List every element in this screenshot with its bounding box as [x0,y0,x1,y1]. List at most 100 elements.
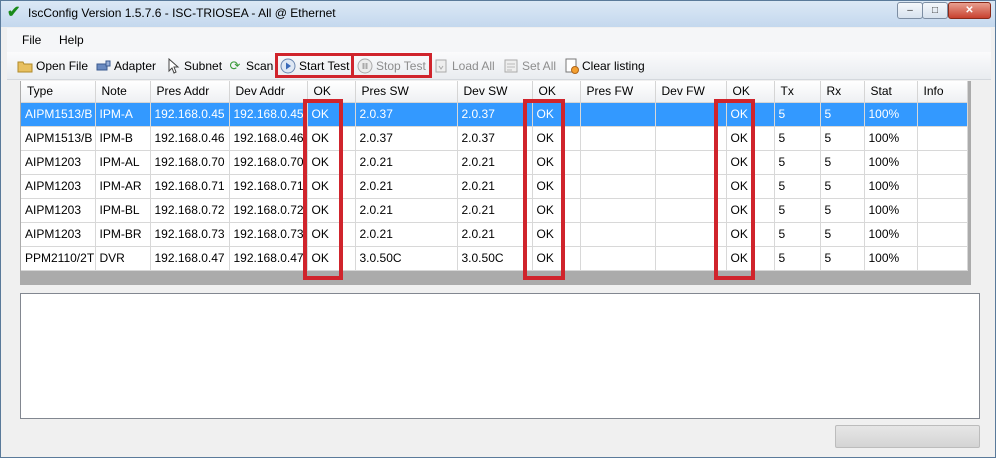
column-header[interactable]: Note [95,81,151,103]
folder-icon [17,58,33,74]
table-cell: OK [532,126,581,151]
set-all-button[interactable]: Set All [503,55,556,76]
table-row[interactable]: AIPM1513/B IPM-A 192.168.0.45 192.168.0.45 O… [21,102,968,127]
table-cell: 5 [774,222,821,247]
table-cell: OK [726,150,775,175]
table-cell: IPM-B [95,126,151,151]
table-cell [655,126,727,151]
table-cell [580,222,656,247]
table-cell: OK [726,198,775,223]
table-cell: 5 [774,246,821,271]
table-cell: OK [726,222,775,247]
maximize-button[interactable]: □ [922,2,948,19]
column-header[interactable]: OK [532,81,581,103]
progress-bar [835,425,980,448]
table-cell: PPM2110/2T [21,246,96,271]
load-all-button[interactable]: Load All [433,55,495,76]
table-cell: 192.168.0.73 [229,222,308,247]
table-cell: 192.168.0.47 [150,246,230,271]
stop-test-label: Stop Test [376,58,426,73]
table-cell [917,222,968,247]
table-cell: OK [532,246,581,271]
clear-document-icon [563,58,579,74]
column-header[interactable]: OK [726,81,775,103]
column-header[interactable]: Dev SW [457,81,533,103]
table-cell: 192.168.0.73 [150,222,230,247]
device-grid: Type Note Pres Addr Dev Addr OK Pres SW Dev SW… [20,81,971,285]
log-textbox[interactable] [20,293,980,419]
table-cell: 2.0.37 [355,102,458,127]
table-header-row: Type Note Pres Addr Dev Addr OK Pres SW Dev SW… [21,81,968,103]
start-test-button[interactable]: Start Test [274,53,355,78]
table-cell [580,102,656,127]
column-header[interactable]: Pres FW [580,81,656,103]
open-file-label: Open File [36,58,89,73]
scan-button[interactable]: ⟳ Scan [227,55,274,76]
column-header[interactable]: Info [917,81,968,103]
table-cell: 5 [774,102,821,127]
table-cell: 2.0.37 [457,102,533,127]
title-bar[interactable]: ✔ IscConfig Version 1.5.7.6 - ISC-TRIOSE… [1,1,995,27]
menu-file[interactable]: File [22,33,41,47]
subnet-button[interactable]: Subnet [165,55,222,76]
table-cell: 5 [820,150,865,175]
column-header[interactable]: Type [21,81,96,103]
minimize-button[interactable]: – [897,2,923,19]
table-cell [917,246,968,271]
table-cell: OK [307,246,356,271]
table-cell [655,102,727,127]
start-test-label: Start Test [299,58,350,73]
column-header[interactable]: Tx [774,81,821,103]
table-cell: 5 [820,222,865,247]
column-header[interactable]: Stat [864,81,918,103]
table-cell [655,150,727,175]
table-cell: AIPM1203 [21,174,96,199]
clear-listing-button[interactable]: Clear listing [563,55,645,76]
table-cell: OK [726,102,775,127]
column-header[interactable]: Pres SW [355,81,458,103]
table-cell: 192.168.0.70 [150,150,230,175]
table-row[interactable]: AIPM1203 IPM-BR 192.168.0.73 192.168.0.73 OK… [21,222,968,247]
table-cell: 192.168.0.46 [229,126,308,151]
toolbar: Open File Adapter Subnet ⟳ Scan Start Te… [7,52,991,80]
column-header[interactable]: Dev FW [655,81,727,103]
table-row[interactable]: AIPM1203 IPM-AR 192.168.0.71 192.168.0.71 OK… [21,174,968,199]
table-cell: 100% [864,198,918,223]
close-button[interactable]: ✕ [948,2,991,19]
device-table: Type Note Pres Addr Dev Addr OK Pres SW Dev SW… [21,81,968,271]
refresh-icon: ⟳ [229,57,241,73]
table-row[interactable]: AIPM1513/B IPM-B 192.168.0.46 192.168.0.46 O… [21,126,968,151]
table-cell: IPM-AL [95,150,151,175]
table-cell: 2.0.21 [355,174,458,199]
app-window: ✔ IscConfig Version 1.5.7.6 - ISC-TRIOSE… [0,0,996,458]
column-header[interactable]: Dev Addr [229,81,308,103]
table-cell: OK [532,150,581,175]
table-cell: DVR [95,246,151,271]
table-row[interactable]: AIPM1203 IPM-AL 192.168.0.70 192.168.0.70 OK… [21,150,968,175]
open-file-button[interactable]: Open File [17,55,88,76]
column-header[interactable]: Pres Addr [150,81,230,103]
table-cell: 5 [820,126,865,151]
stop-test-button[interactable]: Stop Test [351,53,432,78]
table-cell [655,222,727,247]
table-cell: 192.168.0.72 [150,198,230,223]
table-cell: 100% [864,102,918,127]
table-cell: 2.0.21 [355,150,458,175]
table-cell: 192.168.0.71 [229,174,308,199]
column-header[interactable]: Rx [820,81,865,103]
table-cell: IPM-AR [95,174,151,199]
table-cell: 3.0.50C [457,246,533,271]
adapter-button[interactable]: Adapter [95,55,156,76]
table-cell: 192.168.0.45 [229,102,308,127]
load-all-label: Load All [452,58,495,73]
menu-help[interactable]: Help [59,33,84,47]
table-cell: 5 [774,150,821,175]
table-cell [655,174,727,199]
table-cell: 100% [864,174,918,199]
table-row[interactable]: AIPM1203 IPM-BL 192.168.0.72 192.168.0.72 OK… [21,198,968,223]
table-cell [655,246,727,271]
table-cell: AIPM1203 [21,150,96,175]
table-row[interactable]: PPM2110/2T DVR 192.168.0.47 192.168.0.47 OK 3… [21,246,968,271]
table-cell: 100% [864,246,918,271]
column-header[interactable]: OK [307,81,356,103]
